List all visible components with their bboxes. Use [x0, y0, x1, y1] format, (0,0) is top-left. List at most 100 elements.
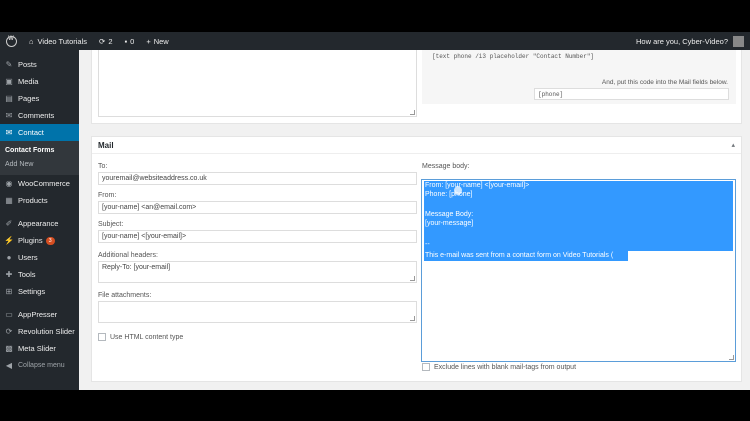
to-field[interactable]: youremail@websiteaddress.co.uk — [98, 172, 417, 185]
sidebar-item-posts[interactable]: ✎ Posts — [0, 56, 79, 73]
form-panel: [text phone /i3 placeholder "Contact Num… — [91, 50, 742, 124]
html-content-type-checkbox[interactable] — [98, 333, 106, 341]
wordpress-icon — [6, 35, 17, 47]
woo-icon: ◉ — [5, 179, 13, 188]
wp-logo-button[interactable] — [0, 32, 23, 50]
submenu-add-new[interactable]: Add New — [0, 157, 79, 171]
collapse-toggle-icon[interactable]: ▴ — [731, 141, 735, 149]
exclude-blank-lines-label: Exclude lines with blank mail-tags from … — [434, 364, 577, 371]
resize-handle-icon[interactable] — [410, 316, 415, 321]
sidebar-item-label: Tools — [18, 270, 36, 279]
contact-submenu: Contact Forms Add New — [0, 141, 79, 175]
to-label: To: — [98, 163, 108, 170]
site-name-link[interactable]: ⌂ Video Tutorials — [23, 32, 93, 50]
greeting: How are you, Cyber-Video? — [636, 36, 728, 46]
message-line: This e-mail was sent from a contact form… — [425, 252, 614, 259]
resize-handle-icon[interactable] — [410, 276, 415, 281]
sidebar-item-label: WooCommerce — [18, 179, 70, 188]
plus-icon: + — [146, 36, 151, 46]
additional-headers-label: Additional headers: — [98, 252, 158, 259]
mail-box-header[interactable]: Mail — [92, 137, 741, 154]
main-content: [text phone /i3 placeholder "Contact Num… — [79, 50, 750, 390]
message-body-textarea[interactable]: From: [your-name] <[your-email]> Phone: … — [421, 179, 736, 362]
updates-link[interactable]: ⟳ 2 — [93, 32, 118, 50]
updates-count: 2 — [108, 36, 113, 46]
comment-icon: ▪ — [124, 36, 128, 46]
mouse-cursor-icon — [454, 186, 462, 195]
sidebar-item-revolution-slider[interactable]: ⟳ Revolution Slider — [0, 323, 79, 340]
settings-icon: ⊞ — [5, 287, 13, 296]
subject-field[interactable]: [your-name] <[your-email]> — [98, 230, 417, 243]
sidebar-item-label: Media — [18, 77, 39, 86]
comments-count: 0 — [130, 36, 135, 46]
message-line: Phone: [phone] — [425, 191, 473, 198]
mail-box-title: Mail — [98, 140, 114, 150]
sidebar-item-label: Settings — [18, 287, 46, 296]
mail-settings-box: Mail ▴ To: youremail@websiteaddress.co.u… — [91, 136, 742, 382]
tag-code[interactable]: [text phone /i3 placeholder "Contact Num… — [432, 53, 594, 60]
site-name: Video Tutorials — [37, 36, 88, 46]
sidebar-item-label: Plugins — [18, 236, 43, 245]
message-line: From: [your-name] <[your-email]> — [425, 182, 530, 189]
sidebar-item-contact[interactable]: ✉ Contact — [0, 124, 79, 141]
sidebar-item-settings[interactable]: ⊞ Settings — [0, 283, 79, 300]
new-content-link[interactable]: + New — [140, 32, 174, 50]
html-content-type-label: Use HTML content type — [110, 334, 184, 341]
additional-headers-value: Reply-To: [your-email] — [102, 264, 171, 271]
refresh-icon: ⟳ — [5, 327, 13, 336]
sidebar-item-tools[interactable]: ✚ Tools — [0, 266, 79, 283]
sidebar-item-label: Revolution Slider — [18, 327, 75, 336]
plug-icon: ⚡ — [4, 236, 14, 245]
form-template-textarea[interactable] — [98, 50, 417, 117]
collapse-menu-button[interactable]: ◀ Collapse menu — [0, 357, 79, 374]
new-label: New — [153, 36, 169, 46]
page-icon: ▤ — [5, 94, 13, 103]
account-menu[interactable]: How are you, Cyber-Video? — [636, 35, 750, 47]
sidebar-item-pages[interactable]: ▤ Pages — [0, 90, 79, 107]
sidebar-item-label: Contact — [18, 128, 44, 137]
sidebar-item-users[interactable]: ● Users — [0, 249, 79, 266]
exclude-blank-lines-checkbox[interactable] — [422, 363, 430, 371]
refresh-icon: ⟳ — [99, 36, 106, 46]
message-line: [your-message] — [425, 220, 474, 227]
message-line: Message Body: — [425, 211, 474, 218]
sidebar-item-plugins[interactable]: ⚡ Plugins 3 — [0, 232, 79, 249]
mail-icon: ✉ — [5, 128, 13, 137]
sidebar-item-label: Products — [18, 196, 48, 205]
sidebar-item-products[interactable]: ▦ Products — [0, 192, 79, 209]
message-line: -- — [425, 241, 430, 248]
message-body-label: Message body: — [422, 163, 470, 170]
admin-sidebar: ✎ Posts ▣ Media ▤ Pages ✉ Comments ✉ Contact … — [0, 50, 79, 390]
sidebar-item-comments[interactable]: ✉ Comments — [0, 107, 79, 124]
mail-tag-help-text: And, put this code into the Mail fields … — [601, 79, 728, 86]
sidebar-item-label: Comments — [18, 111, 55, 120]
sidebar-item-media[interactable]: ▣ Media — [0, 73, 79, 90]
file-attachments-field[interactable] — [98, 301, 417, 323]
avatar — [733, 35, 744, 47]
from-field[interactable]: [your-name] <an@email.com> — [98, 201, 417, 214]
media-icon: ▣ — [5, 77, 13, 86]
sidebar-item-woocommerce[interactable]: ◉ WooCommerce — [0, 175, 79, 192]
mail-tag-input[interactable]: [phone] — [534, 88, 729, 100]
sidebar-item-label: AppPresser — [18, 310, 58, 319]
sidebar-item-apppresser[interactable]: ▭ AppPresser — [0, 306, 79, 323]
additional-headers-field[interactable]: Reply-To: [your-email] — [98, 261, 417, 283]
sidebar-item-label: Posts — [18, 60, 37, 69]
brush-icon: ✐ — [5, 219, 13, 228]
comment-icon: ✉ — [5, 111, 13, 120]
sidebar-item-appearance[interactable]: ✐ Appearance — [0, 215, 79, 232]
sidebar-item-label: Appearance — [18, 219, 59, 228]
resize-handle-icon[interactable] — [729, 355, 734, 360]
comments-link[interactable]: ▪ 0 — [118, 32, 140, 50]
resize-handle-icon[interactable] — [410, 110, 415, 115]
sidebar-item-meta-slider[interactable]: ▩ Meta Slider — [0, 340, 79, 357]
tag-generator-help: [text phone /i3 placeholder "Contact Num… — [422, 50, 736, 104]
sidebar-item-label: Users — [18, 253, 38, 262]
slider-icon: ▩ — [5, 344, 13, 353]
plugins-update-badge: 3 — [45, 236, 55, 245]
app-icon: ▭ — [5, 310, 13, 319]
submenu-contact-forms[interactable]: Contact Forms — [0, 143, 79, 157]
user-icon: ● — [6, 253, 12, 262]
subject-label: Subject: — [98, 221, 124, 228]
sidebar-item-label: Collapse menu — [18, 362, 65, 369]
